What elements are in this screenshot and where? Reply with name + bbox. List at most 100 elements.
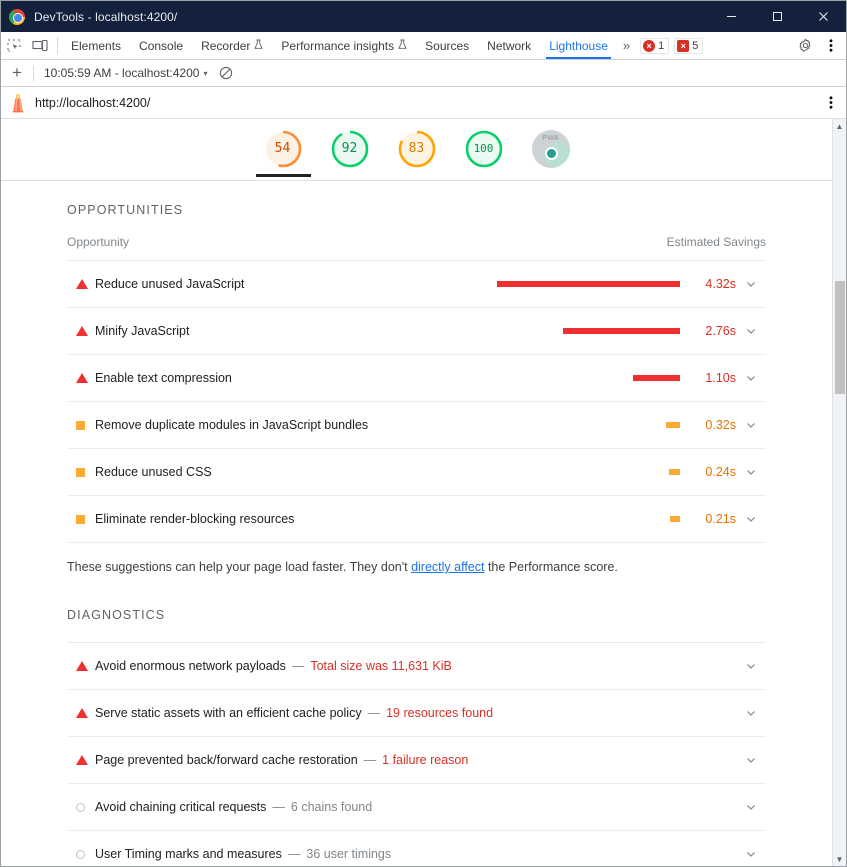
chevron-down-icon[interactable] <box>736 801 766 813</box>
gauge-seo[interactable]: 100 <box>463 128 505 174</box>
warning-badge[interactable]: × 5 <box>674 37 704 54</box>
inspect-element-icon[interactable] <box>1 32 27 59</box>
chevron-down-icon[interactable] <box>736 513 766 525</box>
chevron-down-icon[interactable] <box>736 707 766 719</box>
severity-warn-icon <box>67 467 95 477</box>
clear-reports-button[interactable] <box>213 66 239 80</box>
warning-icon: × <box>677 39 690 52</box>
devtools-menu-icon[interactable] <box>818 32 844 60</box>
tab-elements[interactable]: Elements <box>62 32 130 59</box>
chevron-down-icon[interactable] <box>736 372 766 384</box>
pwa-gear-inner <box>546 148 556 158</box>
report-select[interactable]: 10:05:59 AM - localhost:4200 ▾ <box>34 66 213 80</box>
new-report-button[interactable]: + <box>1 63 33 83</box>
opportunity-row[interactable]: Reduce unused JavaScript 4.32s <box>67 261 766 308</box>
diagnostic-row[interactable]: User Timing marks and measures — 36 user… <box>67 831 766 866</box>
tab-label: Lighthouse <box>549 38 608 53</box>
tab-lighthouse[interactable]: Lighthouse <box>540 32 617 59</box>
opportunity-row[interactable]: Enable text compression 1.10s <box>67 355 766 402</box>
gauge-value: 100 <box>473 142 494 155</box>
maximize-button[interactable] <box>754 1 800 32</box>
diagnostic-title: Avoid chaining critical requests <box>95 800 267 814</box>
severity-info-icon <box>67 849 95 859</box>
chevron-down-icon[interactable] <box>736 848 766 860</box>
vertical-scrollbar[interactable]: ▲ ▼ <box>832 119 846 866</box>
scroll-up-arrow-icon[interactable]: ▲ <box>833 119 846 133</box>
chevron-down-icon[interactable] <box>736 466 766 478</box>
scroll-down-arrow-icon[interactable]: ▼ <box>833 852 846 866</box>
minimize-button[interactable] <box>708 1 754 32</box>
chevron-down-icon[interactable] <box>736 278 766 290</box>
savings-bar <box>563 328 680 334</box>
note-text-after: the Performance score. <box>484 560 618 574</box>
opportunity-row[interactable]: Eliminate render-blocking resources 0.21… <box>67 496 766 543</box>
directly-affect-link[interactable]: directly affect <box>411 560 484 574</box>
gauge-performance[interactable]: 54 <box>255 128 311 177</box>
tab-recorder[interactable]: Recorder <box>192 32 272 59</box>
tab-label: Recorder <box>201 38 251 53</box>
opportunity-title: Minify JavaScript <box>95 324 190 338</box>
opportunity-row[interactable]: Reduce unused CSS 0.24s <box>67 449 766 496</box>
diagnostic-title: User Timing marks and measures <box>95 847 282 861</box>
opportunity-title: Reduce unused CSS <box>95 465 212 479</box>
report-select-value: 10:05:59 AM - localhost:4200 <box>44 66 200 80</box>
gauge-accessibility[interactable]: 92 <box>329 128 371 174</box>
gauge-selected-indicator <box>255 173 311 177</box>
opportunity-row[interactable]: Remove duplicate modules in JavaScript b… <box>67 402 766 449</box>
severity-fail-icon <box>67 661 95 671</box>
diagnostic-detail: 1 failure reason <box>382 753 469 767</box>
warning-count: 5 <box>692 39 699 52</box>
error-icon: × <box>643 39 656 52</box>
tab-console[interactable]: Console <box>130 32 192 59</box>
severity-fail-icon <box>67 279 95 289</box>
diagnostic-row[interactable]: Page prevented back/forward cache restor… <box>67 737 766 784</box>
diagnostic-detail: 6 chains found <box>290 800 373 814</box>
device-toolbar-icon[interactable] <box>27 32 53 59</box>
tab-sources[interactable]: Sources <box>416 32 478 59</box>
chevron-down-icon[interactable] <box>736 754 766 766</box>
scrollbar-thumb[interactable] <box>835 281 845 394</box>
tabstrip-right-tools <box>783 32 846 59</box>
savings-bar <box>669 469 680 475</box>
diagnostic-row[interactable]: Serve static assets with an efficient ca… <box>67 690 766 737</box>
tab-performance-insights[interactable]: Performance insights <box>272 32 416 59</box>
savings-bar-zone <box>232 375 688 381</box>
column-opportunity: Opportunity <box>67 235 130 249</box>
opportunity-title: Reduce unused JavaScript <box>95 277 245 291</box>
gauge-pwa[interactable]: PWA <box>530 128 572 174</box>
devtools-window: DevTools - localhost:4200/ Elements Cons… <box>0 0 847 867</box>
more-tabs-button[interactable]: » <box>617 32 636 59</box>
diagnostic-detail: 19 resources found <box>386 706 494 720</box>
chevron-down-icon[interactable] <box>736 325 766 337</box>
opportunity-title: Enable text compression <box>95 371 232 385</box>
chevron-down-icon: ▾ <box>203 68 208 78</box>
gauge-value: 92 <box>341 141 358 156</box>
tab-label: Sources <box>425 38 470 53</box>
severity-fail-icon <box>67 373 95 383</box>
tab-network[interactable]: Network <box>478 32 540 59</box>
diagnostics-heading: DIAGNOSTICS <box>67 608 166 622</box>
tab-label: Network <box>487 38 532 53</box>
gauge-value: 83 <box>408 141 425 156</box>
severity-warn-icon <box>67 420 95 430</box>
diagnostic-row[interactable]: Avoid chaining critical requests — 6 cha… <box>67 784 766 831</box>
issue-badges: × 1 × 5 <box>640 32 704 59</box>
devtools-tab-strip: Elements Console Recorder Performance in… <box>1 32 846 60</box>
diagnostic-dash: — <box>363 753 377 767</box>
category-gauges: 54 92 83 100 PWA <box>1 119 832 181</box>
diagnostic-main: User Timing marks and measures — 36 user… <box>95 847 736 861</box>
chevron-down-icon[interactable] <box>736 660 766 672</box>
error-badge[interactable]: × 1 <box>640 37 670 54</box>
opportunity-row[interactable]: Minify JavaScript 2.76s <box>67 308 766 355</box>
severity-fail-icon <box>67 326 95 336</box>
diagnostic-row[interactable]: Avoid enormous network payloads — Total … <box>67 643 766 690</box>
close-button[interactable] <box>800 1 846 32</box>
gauge-best-practices[interactable]: 83 <box>396 128 438 174</box>
chevron-down-icon[interactable] <box>736 419 766 431</box>
settings-gear-icon[interactable] <box>792 32 818 60</box>
gauge-value: 54 <box>274 141 291 156</box>
report-url-row: http://localhost:4200/ <box>1 87 846 119</box>
savings-bar <box>497 281 680 287</box>
tab-label: Console <box>139 38 184 53</box>
report-menu-icon[interactable] <box>816 95 846 110</box>
